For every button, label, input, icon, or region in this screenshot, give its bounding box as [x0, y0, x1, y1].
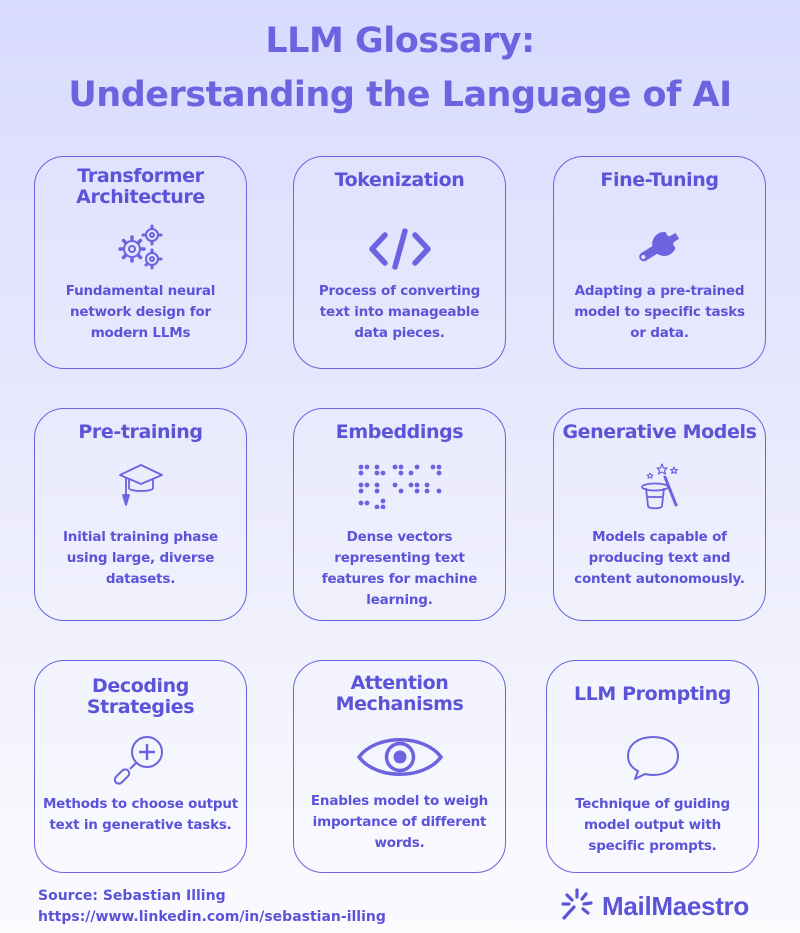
card-description: or data.: [630, 325, 689, 341]
card-description: representing text: [334, 550, 465, 566]
card-description: data pieces.: [354, 325, 445, 341]
glossary-card-llm-prompting: LLM Prompting Technique of guiding model…: [546, 660, 759, 873]
card-title: Tokenization: [334, 169, 465, 191]
card-title: Attention: [350, 672, 449, 694]
page-title-line-2: Understanding the Language of AI: [68, 75, 732, 115]
card-description: Technique of guiding: [575, 796, 730, 812]
code-brackets-icon: [367, 227, 433, 271]
glossary-card-pre-training: Pre-training Initial training phase usin…: [34, 408, 247, 621]
card-title: Fine-Tuning: [600, 169, 719, 191]
card-description: learning.: [366, 592, 433, 608]
card-title: Generative Models: [562, 421, 757, 443]
card-description: Initial training phase: [62, 529, 219, 545]
card-description: Methods to choose output: [42, 796, 239, 812]
page-title-line-1: LLM Glossary:: [265, 21, 535, 61]
card-title: Embeddings: [335, 421, 464, 443]
card-description: Enables model to weigh: [310, 793, 489, 809]
card-title: Pre-training: [78, 421, 203, 443]
card-description: Process of converting: [318, 283, 481, 299]
glossary-card-decoding-strategies: Decoding Strategies Methods to choose ou…: [34, 660, 247, 873]
card-description: content autonomously.: [574, 571, 745, 587]
card-description: network design for: [70, 304, 211, 320]
magnifier-plus-icon: [112, 731, 170, 787]
card-description: words.: [374, 835, 425, 851]
card-title: Decoding: [91, 675, 189, 697]
card-description: features for machine: [321, 571, 478, 587]
card-title: Transformer: [77, 165, 204, 187]
card-description: importance of different: [312, 814, 487, 830]
glossary-card-tokenization: Tokenization Process of converting text …: [293, 156, 506, 369]
card-description: text in generative tasks.: [49, 817, 232, 833]
card-description: producing text and: [588, 550, 731, 566]
logo-text: MailMaestro: [602, 890, 749, 921]
card-description: model output with: [583, 817, 722, 833]
mailmaestro-logo: MailMaestro: [560, 885, 749, 927]
glossary-card-embeddings: Embeddings Dense vectors representing te…: [293, 408, 506, 621]
card-description: Dense vectors: [346, 529, 453, 545]
card-description: specific prompts.: [588, 838, 717, 854]
speech-bubble-icon: [625, 734, 681, 782]
card-description: Fundamental neural: [65, 283, 216, 299]
glossary-card-generative-models: Generative Models Models capable of prod…: [553, 408, 766, 621]
wrench-icon: [626, 221, 694, 271]
eye-icon: [356, 733, 444, 781]
gears-icon: [116, 223, 166, 271]
card-title: Strategies: [86, 696, 195, 718]
card-description: model to specific tasks: [574, 304, 745, 320]
braille-icon: [355, 461, 445, 509]
card-title: Architecture: [76, 186, 205, 208]
card-description: text into manageable: [319, 304, 480, 320]
glossary-card-fine-tuning: Fine-Tuning Adapting a pre-trained model…: [553, 156, 766, 369]
card-title: LLM Prompting: [573, 683, 731, 705]
graduation-cap-icon: [116, 461, 166, 509]
magic-hat-icon: [638, 461, 682, 511]
card-description: Adapting a pre-trained: [574, 283, 745, 299]
card-description: Models capable of: [592, 529, 727, 545]
card-description: using large, diverse: [66, 550, 215, 566]
card-title: Mechanisms: [335, 693, 464, 715]
sparkle-burst-icon: [560, 887, 594, 925]
glossary-card-transformer-architecture: Transformer Architecture Fundamental neu…: [34, 156, 247, 369]
card-description: modern LLMs: [90, 325, 191, 341]
glossary-card-attention-mechanisms: Attention Mechanisms Enables model to we…: [293, 660, 506, 873]
source-url-link[interactable]: https://www.linkedin.com/in/sebastian-il…: [38, 907, 386, 928]
card-description: datasets.: [105, 571, 176, 587]
source-credit: Source: Sebastian Illing: [38, 888, 226, 904]
